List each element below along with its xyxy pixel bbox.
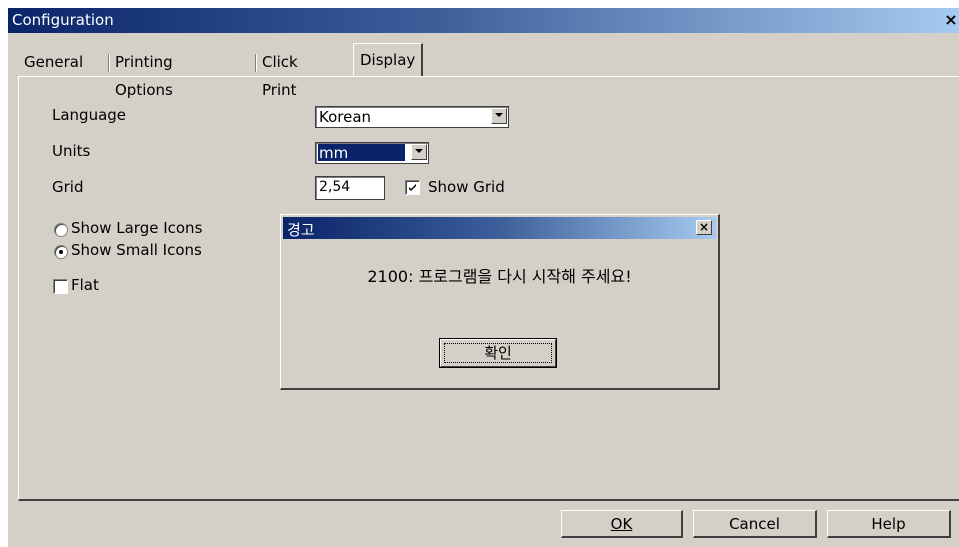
units-value: mm — [318, 144, 405, 162]
flat-label: Flat — [71, 276, 99, 294]
grid-field[interactable] — [315, 176, 385, 200]
tab-separator — [108, 54, 110, 72]
alert-titlebar[interactable]: 경고 × — [283, 217, 716, 239]
tab-printing-options[interactable]: Printing Options — [115, 48, 173, 99]
ok-button-label: OK — [610, 515, 633, 533]
help-button[interactable]: Help — [827, 510, 951, 538]
close-icon[interactable]: × — [943, 11, 959, 28]
alert-ok-button[interactable]: 확인 — [439, 338, 557, 368]
alert-ok-label: 확인 — [444, 343, 552, 363]
chevron-down-icon[interactable] — [411, 144, 427, 160]
alert-message: 2100: 프로그램을 다시 시작해 주세요! — [367, 267, 632, 286]
tab-general[interactable]: General — [24, 48, 83, 76]
show-grid-checkbox[interactable] — [405, 180, 420, 195]
tab-display[interactable]: Display — [353, 43, 424, 77]
show-grid-label: Show Grid — [428, 178, 505, 196]
window-title: Configuration — [12, 11, 114, 29]
show-small-icons-radio[interactable] — [54, 245, 68, 259]
show-large-icons-radio[interactable] — [54, 223, 68, 237]
units-select[interactable]: mm — [315, 142, 429, 164]
language-value: Korean — [319, 108, 372, 126]
language-select[interactable]: Korean — [315, 106, 509, 128]
tab-separator — [255, 54, 257, 72]
tab-click-print[interactable]: Click Print — [262, 48, 298, 99]
close-icon[interactable]: × — [696, 220, 712, 235]
ok-button[interactable]: OK — [561, 510, 683, 538]
flat-checkbox[interactable] — [53, 279, 68, 294]
show-small-icons-label: Show Small Icons — [71, 241, 202, 259]
radio-selected-dot — [59, 250, 63, 254]
show-large-icons-label: Show Large Icons — [71, 219, 203, 237]
language-label: Language — [52, 106, 127, 124]
help-button-label: Help — [871, 515, 906, 533]
chevron-down-icon[interactable] — [491, 108, 507, 124]
alert-dialog: 경고 × 2100: 프로그램을 다시 시작해 주세요! 확인 — [280, 214, 720, 390]
alert-title: 경고 — [287, 221, 315, 239]
units-label: Units — [52, 142, 91, 160]
grid-label: Grid — [52, 178, 84, 196]
cancel-button-label: Cancel — [729, 515, 780, 533]
configuration-window: Configuration × General Printing Options… — [8, 8, 959, 547]
cancel-button[interactable]: Cancel — [693, 510, 817, 538]
window-titlebar[interactable]: Configuration × — [8, 8, 959, 33]
grid-input[interactable] — [316, 177, 379, 197]
